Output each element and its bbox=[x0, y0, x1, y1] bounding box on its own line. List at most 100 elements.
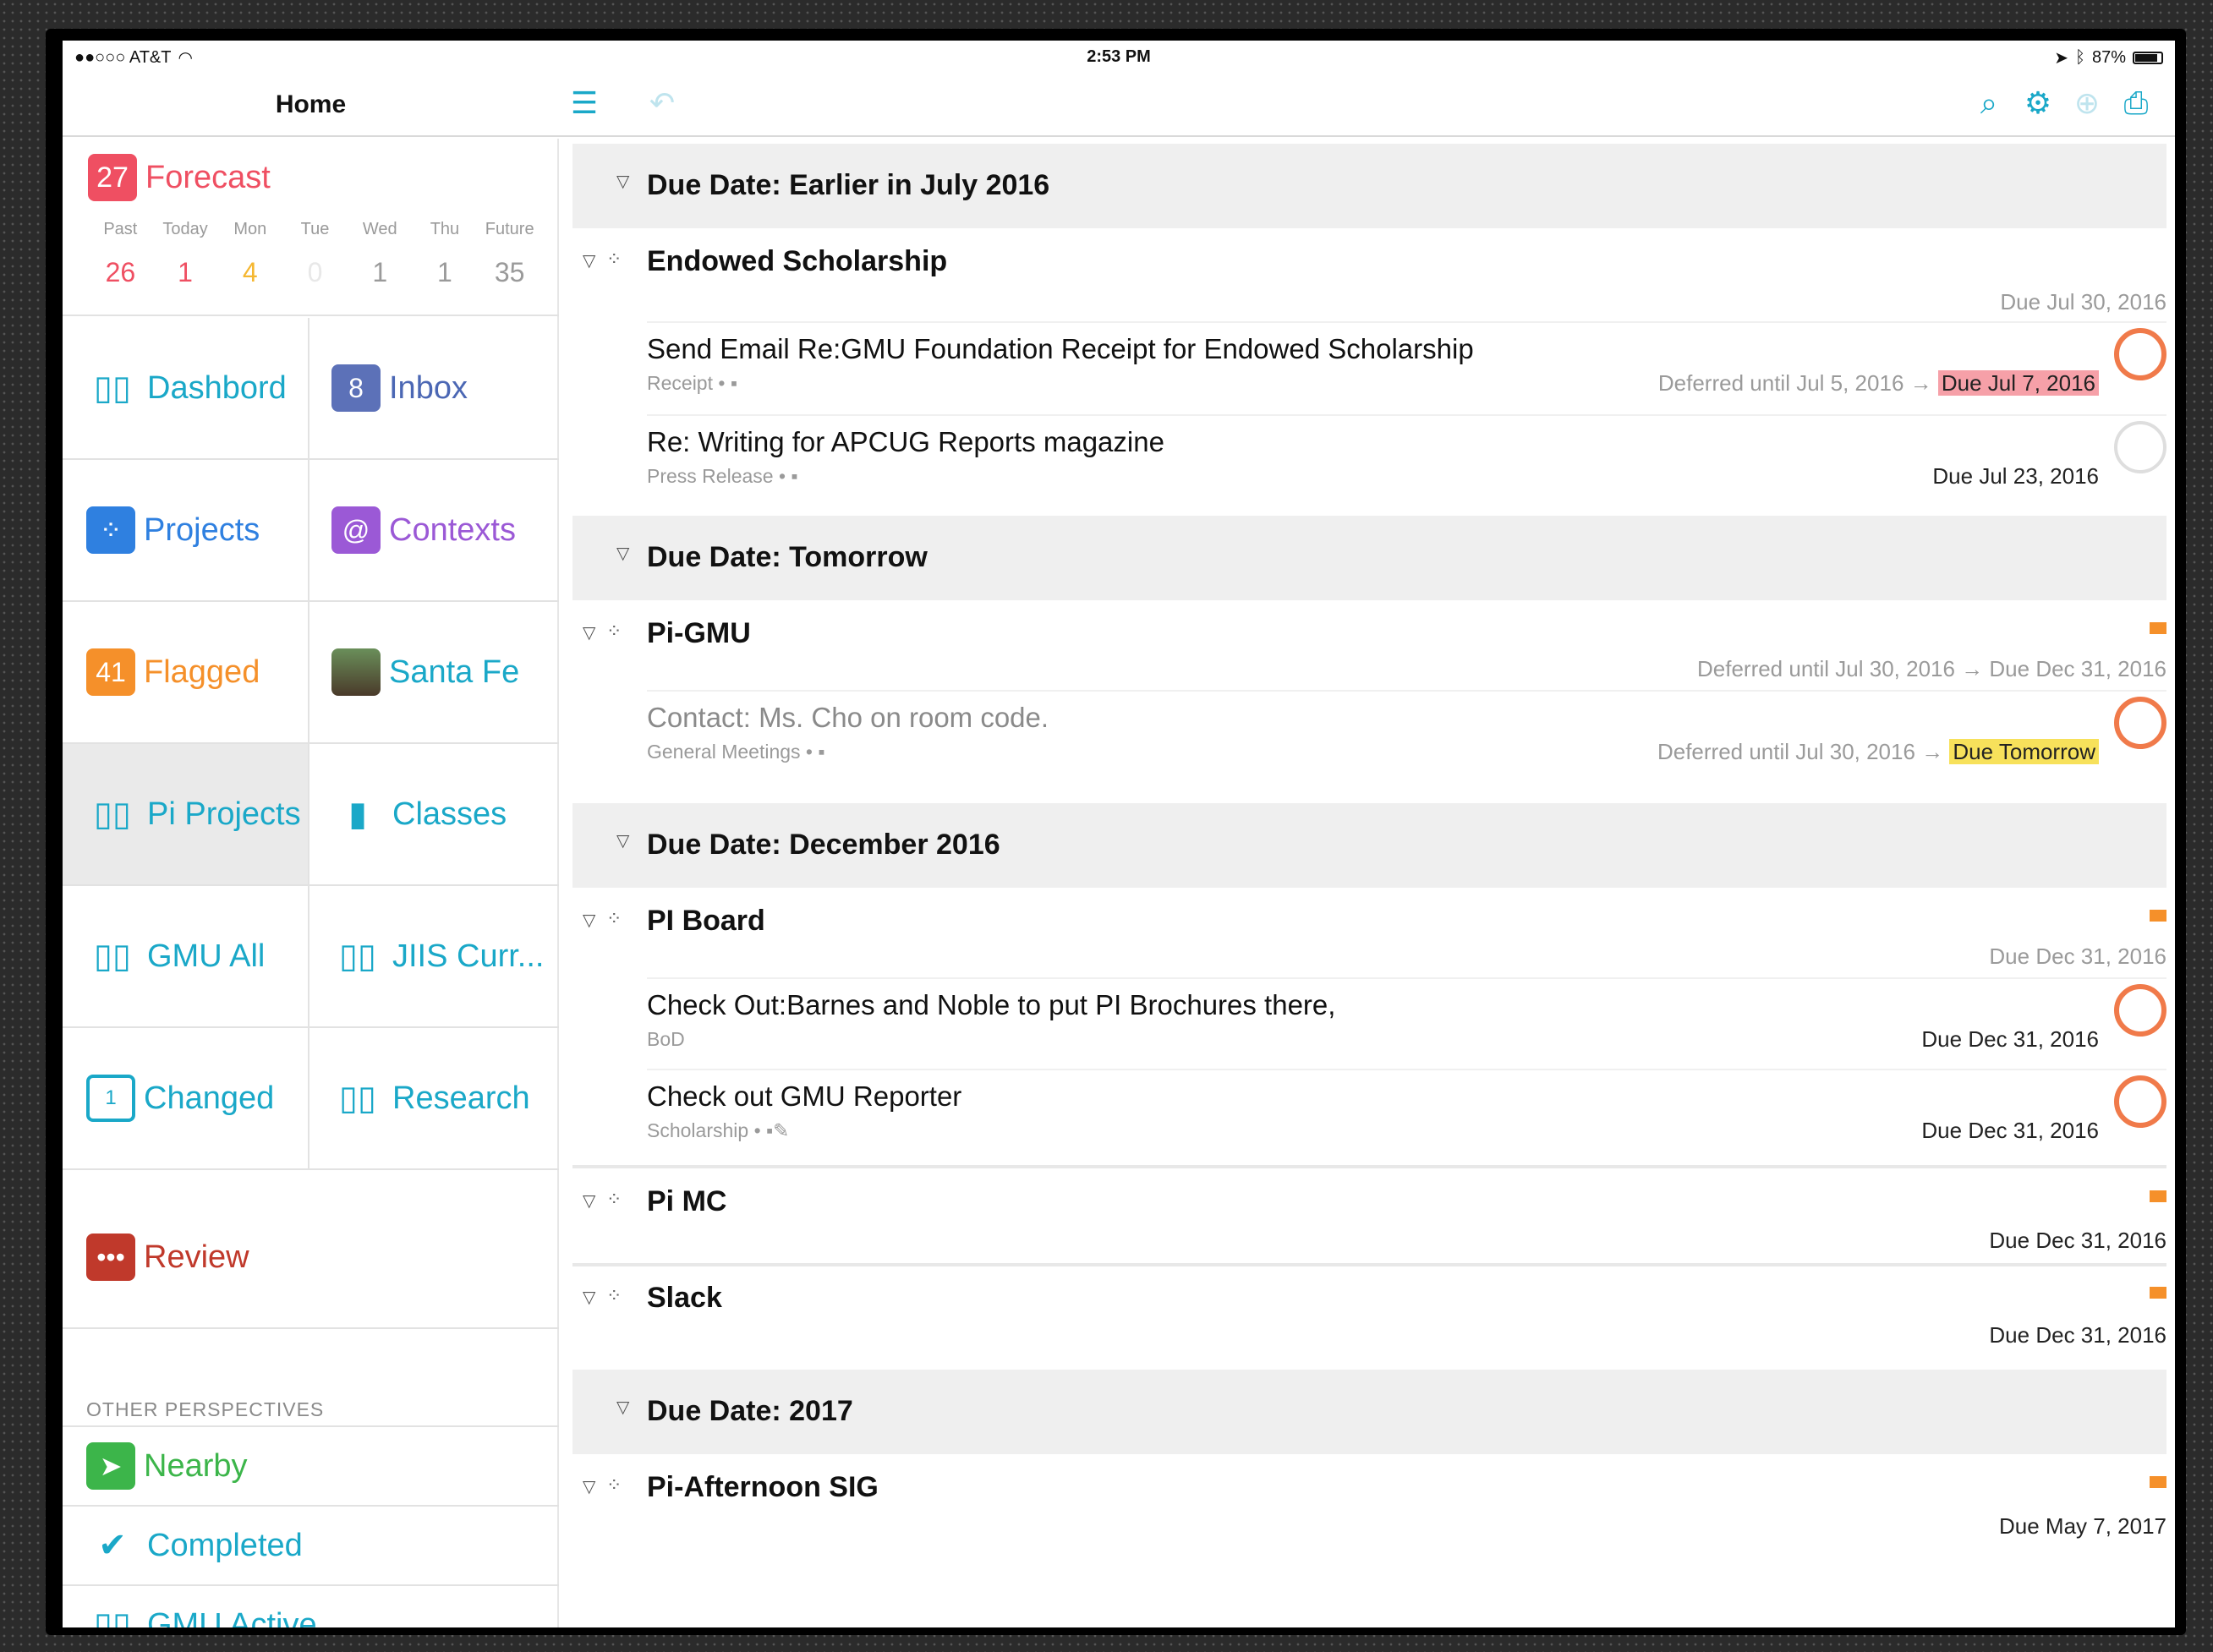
perspective-classes[interactable]: ▮ Classes bbox=[309, 744, 559, 886]
day-count: 1 bbox=[437, 257, 452, 287]
disclosure-icon[interactable]: ▽ bbox=[583, 250, 595, 271]
perspective-dashbord[interactable]: ▯▯ Dashbord bbox=[63, 318, 309, 460]
perspective-changed[interactable]: 1 Changed bbox=[63, 1028, 309, 1170]
task-row[interactable]: Check Out:Barnes and Noble to put PI Bro… bbox=[647, 977, 2166, 1070]
section-header[interactable]: ▽ Due Date: Tomorrow bbox=[572, 516, 2166, 600]
perspective-santa-fe[interactable]: Santa Fe bbox=[309, 602, 559, 744]
disclosure-icon[interactable]: ▽ bbox=[583, 1287, 595, 1308]
perspective-contexts[interactable]: @ Contexts bbox=[309, 460, 559, 602]
undo-icon[interactable]: ↶ bbox=[644, 85, 681, 120]
completion-checkbox[interactable] bbox=[2114, 1075, 2166, 1128]
santa-fe-photo-icon bbox=[331, 648, 381, 696]
section-header[interactable]: ▽ Due Date: Earlier in July 2016 bbox=[572, 144, 2166, 228]
task-title: Re: Writing for APCUG Reports magazine bbox=[647, 426, 1164, 457]
task-row[interactable]: Re: Writing for APCUG Reports magazine P… bbox=[647, 414, 2166, 507]
disclosure-icon[interactable]: ▽ bbox=[583, 622, 595, 643]
day-count: 1 bbox=[372, 257, 388, 287]
flagged-badge: 41 bbox=[86, 648, 135, 696]
forecast-day[interactable]: Today 1 bbox=[153, 220, 218, 288]
perspective-label: GMU All bbox=[147, 938, 266, 974]
task-context: General Meetings • ▪ bbox=[647, 741, 825, 763]
forecast-badge: 27 bbox=[88, 154, 137, 201]
forecast-day[interactable]: Tue 0 bbox=[282, 220, 348, 288]
disclosure-icon[interactable]: ▽ bbox=[583, 910, 595, 931]
project-row[interactable]: ▽ ⁘ Pi-Afternoon SIG Due May 7, 2017 bbox=[572, 1454, 2166, 1549]
forecast-day[interactable]: Past 26 bbox=[88, 220, 153, 288]
disclosure-icon[interactable]: ▽ bbox=[583, 1476, 595, 1497]
day-count: 0 bbox=[307, 257, 323, 287]
forecast-day[interactable]: Thu 1 bbox=[413, 220, 478, 288]
perspective-label: Dashbord bbox=[147, 369, 287, 406]
disclosure-icon[interactable]: ▽ bbox=[616, 830, 629, 851]
forecast-day[interactable]: Wed 1 bbox=[348, 220, 413, 288]
perspective-gmu-all[interactable]: ▯▯ GMU All bbox=[63, 886, 309, 1028]
project-icon: ⁘ bbox=[606, 621, 622, 642]
completion-checkbox[interactable] bbox=[2114, 984, 2166, 1037]
section-title: Due Date: December 2016 bbox=[647, 829, 1000, 861]
flag-icon bbox=[2150, 622, 2166, 634]
completion-checkbox[interactable] bbox=[2114, 421, 2166, 473]
disclosure-icon[interactable]: ▽ bbox=[616, 1397, 629, 1418]
disclosure-icon[interactable]: ▽ bbox=[583, 1190, 595, 1212]
project-row[interactable]: ▽ ⁘ Slack Due Dec 31, 2016 bbox=[572, 1266, 2166, 1361]
perspective-pi-projects[interactable]: ▯▯ Pi Projects bbox=[63, 744, 309, 886]
perspective-nearby[interactable]: ➤ Nearby bbox=[63, 1425, 559, 1505]
perspective-flagged[interactable]: 41 Flagged bbox=[63, 602, 309, 744]
perspective-settings-icon[interactable]: ⚙ bbox=[2019, 85, 2057, 120]
day-count: 4 bbox=[242, 257, 258, 287]
forecast-widget[interactable]: 27 Forecast Past 26 Today 1 Mon 4 Tue 0 Wed 1… bbox=[63, 139, 559, 316]
task-title: Contact: Ms. Cho on room code. bbox=[647, 702, 1049, 733]
project-row[interactable]: ▽ ⁘ Pi-GMU Deferred until Jul 30, 2016 →… bbox=[572, 600, 2166, 690]
perspective-review[interactable]: ••• Review bbox=[63, 1187, 559, 1329]
project-due: Deferred until Jul 30, 2016 → Due Dec 31… bbox=[1696, 656, 2166, 681]
project-row[interactable]: ▽ ⁘ Endowed Scholarship Due Jul 30, 2016 bbox=[572, 228, 2166, 321]
screen: ●●○○○ AT&T ◠ 2:53 PM ➤ ᛒ 87% Home ☰ ↶ ⌕ … bbox=[63, 41, 2175, 1627]
perspective-label: Review bbox=[144, 1239, 249, 1275]
quick-entry-inbox-icon[interactable]: ⎙ bbox=[2117, 85, 2155, 120]
map-icon: ▯▯ bbox=[93, 369, 132, 407]
perspective-completed[interactable]: ✔ Completed bbox=[63, 1505, 559, 1584]
calendar-icon: 1 bbox=[86, 1075, 135, 1122]
task-list: ▽ Due Date: Earlier in July 2016 ▽ ⁘ End… bbox=[572, 139, 2175, 1627]
location-arrow-icon: ➤ bbox=[86, 1442, 135, 1490]
perspective-projects[interactable]: ⁘ Projects bbox=[63, 460, 309, 602]
perspective-inbox[interactable]: 8 Inbox bbox=[309, 318, 559, 460]
project-due: Due May 7, 2017 bbox=[1998, 1513, 2166, 1539]
task-context: Press Release • ▪ bbox=[647, 465, 798, 487]
task-row[interactable]: Send Email Re:GMU Foundation Receipt for… bbox=[647, 321, 2166, 414]
project-due: Due Dec 31, 2016 bbox=[1989, 944, 2166, 969]
project-due: Due Dec 31, 2016 bbox=[1989, 1228, 2166, 1253]
wifi-icon: ◠ bbox=[178, 49, 193, 68]
other-perspectives-header: OTHER PERSPECTIVES bbox=[86, 1398, 325, 1420]
perspective-label: Projects bbox=[144, 511, 260, 548]
completion-checkbox[interactable] bbox=[2114, 697, 2166, 749]
section-header[interactable]: ▽ Due Date: 2017 bbox=[572, 1370, 2166, 1454]
battery-percent: 87% bbox=[2091, 48, 2126, 67]
task-row[interactable]: Contact: Ms. Cho on room code. General M… bbox=[647, 690, 2166, 783]
due-date: Due Dec 31, 2016 bbox=[1921, 1026, 2099, 1052]
section-header[interactable]: ▽ Due Date: December 2016 bbox=[572, 803, 2166, 888]
search-icon[interactable]: ⌕ bbox=[1970, 85, 2008, 120]
disclosure-icon[interactable]: ▽ bbox=[616, 543, 629, 564]
task-context: Scholarship • ▪✎ bbox=[647, 1119, 790, 1141]
task-row[interactable]: Check out GMU Reporter Scholarship • ▪✎ … bbox=[647, 1069, 2166, 1162]
disclosure-icon[interactable]: ▽ bbox=[616, 171, 629, 192]
day-count: 26 bbox=[105, 257, 136, 287]
view-options-icon[interactable]: ☰ bbox=[566, 85, 603, 120]
perspective-gmu-active[interactable]: ▯▯ GMU Active bbox=[63, 1584, 559, 1627]
forecast-day[interactable]: Mon 4 bbox=[217, 220, 282, 288]
project-row[interactable]: ▽ ⁘ PI Board Due Dec 31, 2016 bbox=[572, 888, 2166, 977]
flag-icon bbox=[2150, 910, 2166, 922]
perspective-label: JIIS Curr... bbox=[392, 938, 545, 974]
perspective-jiis[interactable]: ▯▯ JIIS Curr... bbox=[309, 886, 559, 1028]
perspective-research[interactable]: ▯▯ Research bbox=[309, 1028, 559, 1170]
location-icon: ➤ bbox=[2054, 49, 2068, 68]
forecast-day[interactable]: Future 35 bbox=[477, 220, 542, 288]
project-due: Due Dec 31, 2016 bbox=[1989, 1322, 2166, 1348]
project-row[interactable]: ▽ ⁘ Pi MC Due Dec 31, 2016 bbox=[572, 1168, 2166, 1263]
day-label: Wed bbox=[362, 220, 397, 238]
project-icon: ⁘ bbox=[606, 908, 622, 929]
add-action-icon[interactable]: ⊕ bbox=[2068, 85, 2106, 120]
projects-icon: ⁘ bbox=[86, 506, 135, 554]
completion-checkbox[interactable] bbox=[2114, 328, 2166, 380]
